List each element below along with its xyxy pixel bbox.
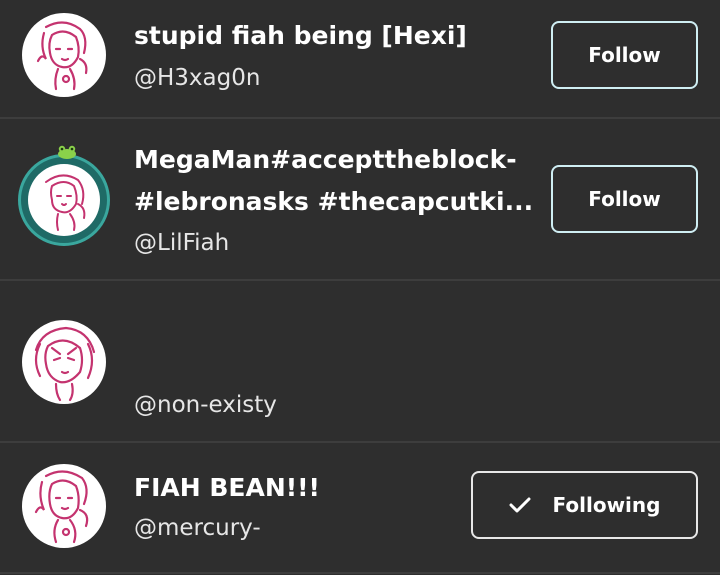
frog-badge-icon — [58, 145, 76, 159]
display-name: stupid fiah being [Hexi] — [134, 21, 467, 50]
avatar-drawing — [34, 470, 89, 544]
divider — [0, 572, 720, 574]
display-name: FIAH BEAN!!! — [134, 473, 320, 502]
avatar-drawing — [34, 326, 96, 402]
avatar[interactable] — [22, 13, 106, 97]
user-handle: @mercury- — [134, 515, 261, 541]
following-button-label: Following — [552, 493, 661, 517]
checkmark-icon — [509, 497, 531, 513]
display-name-line-2: #lebronasks #thecapcutki... — [134, 187, 534, 216]
list-item[interactable]: FIAH BEAN!!! @mercury- Following — [0, 443, 720, 575]
follow-button-label: Follow — [588, 187, 661, 211]
list-item[interactable]: @non-existy — [0, 281, 720, 441]
follow-button[interactable]: Follow — [551, 21, 698, 89]
list-item[interactable]: MegaMan#accepttheblock- #lebronasks #the… — [0, 119, 720, 279]
avatar-drawing — [36, 21, 88, 91]
user-handle: @LilFiah — [134, 230, 230, 256]
avatar-drawing — [45, 174, 86, 231]
user-handle: @non-existy — [134, 392, 277, 418]
following-button[interactable]: Following — [471, 471, 698, 539]
avatar-image — [28, 164, 100, 236]
follow-button[interactable]: Follow — [551, 165, 698, 233]
avatar[interactable] — [22, 464, 106, 548]
avatar[interactable] — [22, 320, 106, 404]
user-handle: @H3xag0n — [134, 65, 261, 91]
display-name-line-1: MegaMan#accepttheblock- — [134, 145, 517, 174]
user-list: stupid fiah being [Hexi] @H3xag0n Follow — [0, 0, 720, 575]
follow-button-label: Follow — [588, 43, 661, 67]
list-item[interactable]: stupid fiah being [Hexi] @H3xag0n Follow — [0, 0, 720, 118]
avatar[interactable] — [18, 145, 110, 246]
